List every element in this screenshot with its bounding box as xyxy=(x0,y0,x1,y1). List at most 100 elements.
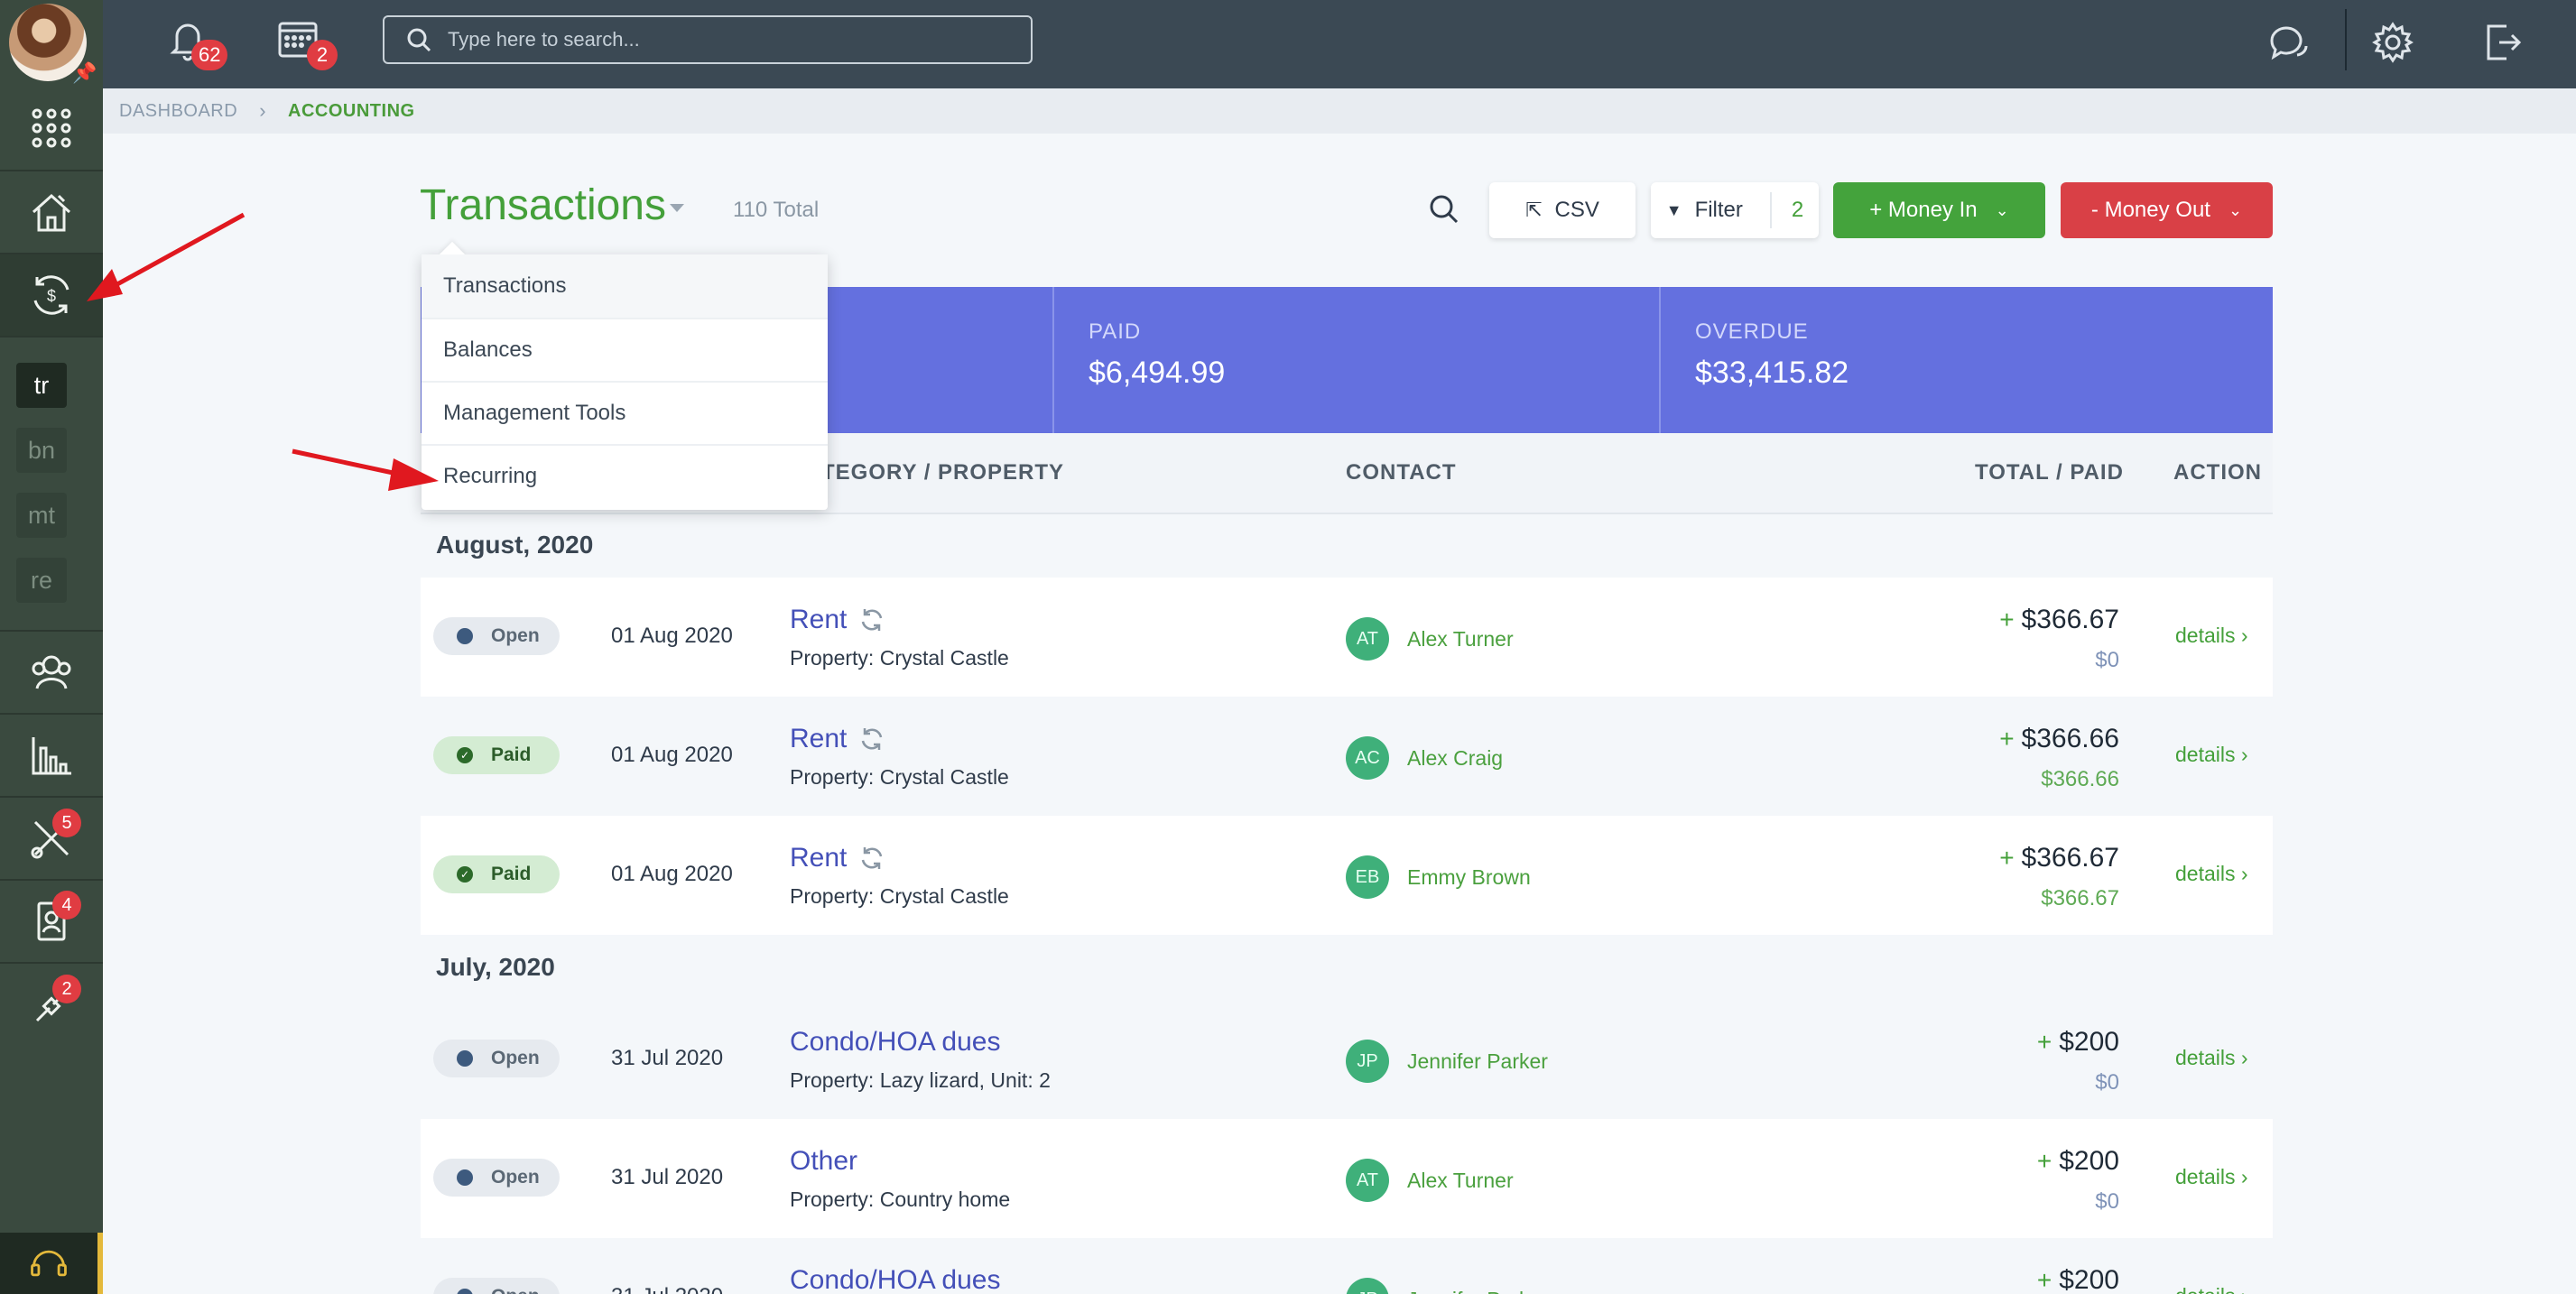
contact-name[interactable]: Alex Turner xyxy=(1407,627,1514,652)
support-headset-icon[interactable] xyxy=(0,1233,103,1294)
contact-name[interactable]: Emmy Brown xyxy=(1407,865,1531,890)
sidebar-item-tr[interactable]: tr xyxy=(16,363,67,408)
contact-avatar: JP xyxy=(1346,1040,1389,1083)
user-avatar[interactable]: 📌 xyxy=(9,4,97,84)
contact[interactable]: AT Alex Turner xyxy=(1346,1159,1514,1202)
view-dropdown-menu: Transactions Balances Management Tools R… xyxy=(422,241,828,510)
contact-avatar: EB xyxy=(1346,855,1389,899)
links-icon[interactable] xyxy=(0,964,103,1045)
category-label[interactable]: Rent xyxy=(790,724,847,754)
filter-label: Filter xyxy=(1694,198,1743,222)
status-label: Open xyxy=(491,1167,540,1188)
category-link[interactable]: Rent xyxy=(790,724,886,754)
category-label[interactable]: Condo/HOA dues xyxy=(790,1265,1000,1294)
contact[interactable]: AT Alex Turner xyxy=(1346,617,1514,661)
total-value: $200 xyxy=(2059,1146,2119,1176)
table-row[interactable]: Open 01 Aug 2020 Rent Property: Crystal Cas… xyxy=(421,578,2273,697)
sidebar-item-bn[interactable]: bn xyxy=(16,428,67,473)
contact[interactable]: AC Alex Craig xyxy=(1346,736,1503,780)
chat-icon[interactable] xyxy=(2258,13,2318,72)
recurring-icon xyxy=(862,847,883,869)
contact-name[interactable]: Jennifer Parker xyxy=(1407,1288,1548,1294)
table-search-icon[interactable] xyxy=(1426,191,1466,231)
column-contact[interactable]: CONTACT xyxy=(1346,460,1457,485)
contact-name[interactable]: Jennifer Parker xyxy=(1407,1049,1548,1074)
status-dot-icon xyxy=(457,1289,473,1294)
column-category[interactable]: TEGORY / PROPERTY xyxy=(821,460,1064,485)
contact[interactable]: JP Jennifer Parker xyxy=(1346,1278,1548,1294)
category-label[interactable]: Condo/HOA dues xyxy=(790,1027,1000,1058)
leases-icon[interactable] xyxy=(0,881,103,962)
accounting-icon[interactable]: $ xyxy=(0,254,103,336)
table-row[interactable]: Open 31 Jul 2020 Condo/HOA dues JP Jennifer … xyxy=(421,1238,2273,1294)
csv-export-button[interactable]: ⇱ CSV xyxy=(1489,182,1635,238)
total-amount: + $366.67 xyxy=(1999,605,2119,635)
category-label[interactable]: Other xyxy=(790,1146,857,1177)
svg-text:$: $ xyxy=(47,287,56,305)
details-link[interactable]: details › xyxy=(2175,1165,2248,1189)
table-row[interactable]: ✓ Paid 01 Aug 2020 Rent Property: Crystal Ca… xyxy=(421,697,2273,816)
links-badge: 2 xyxy=(52,975,81,1003)
page-title[interactable]: Transactions xyxy=(420,180,666,230)
category-link[interactable]: Condo/HOA dues xyxy=(790,1265,1000,1294)
table-row[interactable]: Open 31 Jul 2020 Other Property: Country ho… xyxy=(421,1119,2273,1238)
contact[interactable]: JP Jennifer Parker xyxy=(1346,1040,1548,1083)
menu-item-recurring[interactable]: Recurring xyxy=(422,444,828,507)
filter-button[interactable]: ▼ Filter 2 xyxy=(1651,182,1819,238)
global-search[interactable] xyxy=(383,15,1033,64)
search-input[interactable] xyxy=(448,28,1007,51)
menu-item-management-tools[interactable]: Management Tools xyxy=(422,381,828,444)
people-icon[interactable] xyxy=(0,632,103,713)
sidebar-item-mt[interactable]: mt xyxy=(16,493,67,538)
maintenance-tools-icon[interactable] xyxy=(0,798,103,879)
reports-icon[interactable] xyxy=(0,715,103,796)
caret-down-icon[interactable] xyxy=(670,204,684,212)
total-value: $200 xyxy=(2059,1027,2119,1057)
group-label: August, 2020 xyxy=(436,531,594,559)
total-value: $366.67 xyxy=(2021,605,2119,634)
search-icon xyxy=(407,28,431,52)
summary-paid: PAID $6,494.99 xyxy=(1052,287,1659,433)
status-badge: Open xyxy=(433,1159,560,1197)
table-row[interactable]: Open 31 Jul 2020 Condo/HOA dues Property: L… xyxy=(421,1000,2273,1119)
plus-sign: + xyxy=(2036,1266,2052,1294)
properties-icon[interactable] xyxy=(0,171,103,253)
logout-icon[interactable] xyxy=(2473,13,2533,72)
category-label[interactable]: Rent xyxy=(790,605,847,635)
category-link[interactable]: Rent xyxy=(790,843,886,873)
contact-avatar: JP xyxy=(1346,1278,1389,1294)
status-badge: ✓ Paid xyxy=(433,736,560,774)
menu-item-balances[interactable]: Balances xyxy=(422,318,828,381)
column-total[interactable]: TOTAL / PAID xyxy=(1975,460,2124,485)
menu-item-transactions[interactable]: Transactions xyxy=(422,254,828,318)
transaction-date: 31 Jul 2020 xyxy=(611,1165,724,1189)
settings-gear-icon[interactable] xyxy=(2363,13,2423,72)
contact-name[interactable]: Alex Craig xyxy=(1407,746,1503,771)
filter-funnel-icon: ▼ xyxy=(1665,200,1682,219)
pin-icon[interactable]: 📌 xyxy=(72,61,97,85)
details-link[interactable]: details › xyxy=(2175,862,2248,886)
details-link[interactable]: details › xyxy=(2175,1284,2248,1294)
category-label[interactable]: Rent xyxy=(790,843,847,873)
table-row[interactable]: ✓ Paid 01 Aug 2020 Rent Property: Crystal Ca… xyxy=(421,816,2273,935)
money-in-button[interactable]: + Money In ⌄ xyxy=(1833,182,2045,238)
status-badge: Open xyxy=(433,617,560,655)
category-link[interactable]: Condo/HOA dues xyxy=(790,1027,1000,1058)
category-link[interactable]: Other xyxy=(790,1146,857,1177)
paid-amount: $366.67 xyxy=(2041,886,2119,910)
category-link[interactable]: Rent xyxy=(790,605,886,635)
contact[interactable]: EB Emmy Brown xyxy=(1346,855,1531,899)
transaction-date: 31 Jul 2020 xyxy=(611,1284,723,1294)
contact-name[interactable]: Alex Turner xyxy=(1407,1169,1514,1193)
apps-grid-icon[interactable] xyxy=(0,87,103,170)
details-link[interactable]: details › xyxy=(2175,1046,2248,1070)
details-link[interactable]: details › xyxy=(2175,624,2248,648)
sidebar-item-re[interactable]: re xyxy=(16,558,67,603)
month-group-header: August, 2020 xyxy=(421,514,2273,578)
total-amount: + $200 xyxy=(2037,1265,2119,1294)
details-link[interactable]: details › xyxy=(2175,743,2248,767)
check-circle-icon: ✓ xyxy=(457,747,473,763)
money-out-button[interactable]: - Money Out ⌄ xyxy=(2061,182,2273,238)
breadcrumb-dashboard[interactable]: DASHBOARD xyxy=(119,101,237,122)
paid-amount: $0 xyxy=(2095,1189,2119,1214)
